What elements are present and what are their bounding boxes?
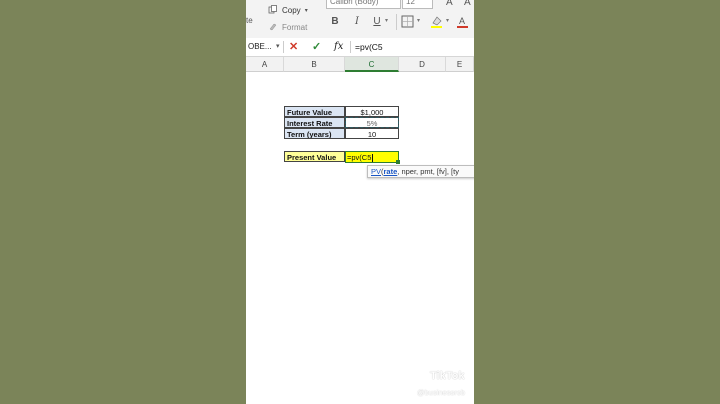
- chevron-down-icon: ▾: [304, 7, 308, 14]
- ribbon-divider: [396, 14, 397, 30]
- formula-bar-divider: [283, 41, 284, 53]
- future-value-label[interactable]: Future Value: [284, 106, 345, 117]
- insert-function-button[interactable]: fx: [334, 38, 343, 56]
- column-header-a[interactable]: A: [246, 57, 284, 72]
- text-cursor: [372, 154, 374, 162]
- term-years-cell[interactable]: 10: [345, 128, 399, 139]
- tiktok-handle: @businessrob: [417, 388, 466, 397]
- format-painter-icon: [269, 23, 277, 31]
- present-value-input-cell[interactable]: =pv(C5: [345, 151, 399, 163]
- fill-handle[interactable]: [396, 160, 400, 164]
- format-label: Format: [282, 22, 308, 32]
- chevron-down-icon: ▾: [446, 18, 450, 24]
- format-painter-button[interactable]: Format: [268, 22, 307, 32]
- present-value-label[interactable]: Present Value: [284, 151, 345, 162]
- column-header-e[interactable]: E: [446, 57, 474, 72]
- formula-bar-divider: [350, 41, 351, 53]
- cancel-icon[interactable]: ✕: [289, 38, 298, 56]
- interest-rate-cell[interactable]: 5%: [345, 117, 399, 128]
- italic-button[interactable]: I: [350, 15, 364, 28]
- fill-color-icon[interactable]: [430, 15, 443, 28]
- column-header-b[interactable]: B: [284, 57, 345, 72]
- function-signature-tooltip: PV(rate, nper, pmt, [fv], [ty: [367, 165, 474, 178]
- column-header-c[interactable]: C: [345, 57, 399, 72]
- font-name-dropdown[interactable]: Calibri (Body): [326, 0, 401, 9]
- name-box[interactable]: OBE...: [246, 38, 276, 56]
- grow-font-button[interactable]: A: [446, 0, 453, 8]
- tooltip-function-link[interactable]: PV: [371, 167, 381, 176]
- shrink-font-button[interactable]: A: [464, 0, 471, 8]
- chevron-down-icon: ▾: [417, 18, 421, 24]
- tooltip-remaining-args: , nper, pmt, [fv], [ty: [397, 167, 459, 176]
- paste-button-label[interactable]: te: [246, 16, 253, 25]
- borders-icon[interactable]: [401, 15, 414, 28]
- copy-icon: [268, 5, 277, 14]
- right-background: [474, 0, 720, 404]
- excel-window: te Copy ▾ Format Calibri (Body) 12 A A B…: [246, 0, 474, 404]
- tiktok-brand: TikTok: [430, 370, 465, 382]
- interest-rate-label[interactable]: Interest Rate: [284, 117, 345, 128]
- font-color-icon[interactable]: A: [456, 15, 469, 28]
- enter-check-icon[interactable]: ✓: [312, 38, 321, 56]
- bold-button[interactable]: B: [328, 15, 342, 28]
- tooltip-current-arg: rate: [383, 167, 398, 176]
- formula-bar: OBE... ▾ ✕ ✓ fx =pv(C5: [246, 38, 474, 57]
- chevron-down-icon: ▾: [385, 18, 389, 24]
- left-background: [0, 0, 246, 404]
- formula-input[interactable]: =pv(C5: [355, 38, 383, 56]
- underline-button[interactable]: U: [370, 15, 384, 28]
- future-value-cell[interactable]: $1,000: [345, 106, 399, 117]
- chevron-down-icon[interactable]: ▾: [276, 38, 280, 56]
- home-ribbon: te Copy ▾ Format Calibri (Body) 12 A A B…: [246, 0, 474, 39]
- tiktok-logo-icon: [417, 373, 427, 385]
- copy-button[interactable]: Copy ▾: [268, 5, 308, 15]
- present-value-formula: =pv(C5: [347, 153, 372, 162]
- svg-text:A: A: [459, 16, 465, 26]
- font-size-dropdown[interactable]: 12: [402, 0, 433, 9]
- column-header-d[interactable]: D: [399, 57, 446, 72]
- term-years-label[interactable]: Term (years): [284, 128, 345, 139]
- copy-label: Copy: [282, 5, 301, 15]
